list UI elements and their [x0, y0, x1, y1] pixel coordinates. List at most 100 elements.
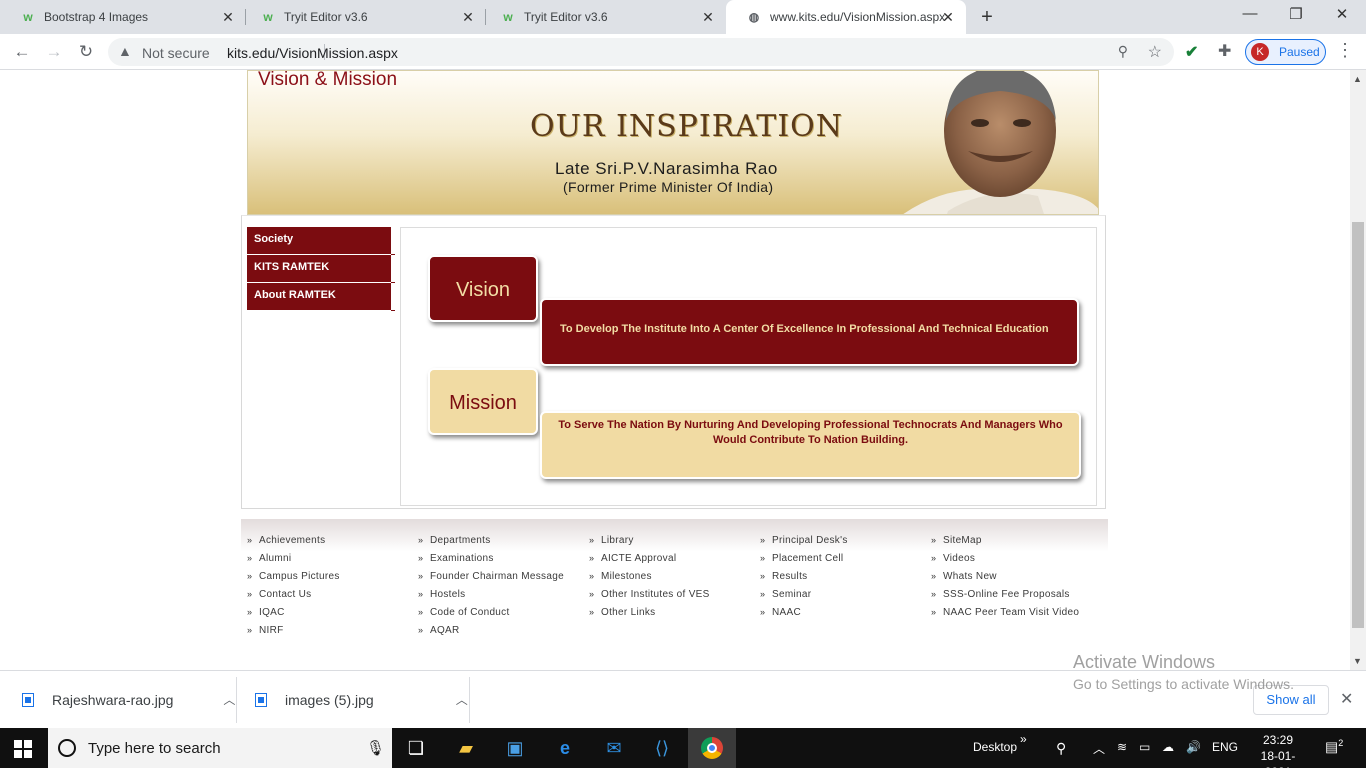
store-icon[interactable]: ▣: [503, 736, 527, 760]
show-all-button[interactable]: Show all: [1253, 685, 1329, 715]
edge-icon[interactable]: e: [553, 736, 577, 760]
footer-link-milestones[interactable]: » Milestones: [589, 571, 710, 589]
footer-link-videos[interactable]: » Videos: [931, 553, 1079, 571]
close-tab-icon[interactable]: ✕: [220, 9, 236, 25]
profile-button[interactable]: K Paused: [1245, 39, 1326, 65]
footer-link-label[interactable]: Other Institutes of VES: [601, 589, 710, 600]
footer-link-code-of-conduct[interactable]: » Code of Conduct: [418, 607, 564, 625]
security-label[interactable]: Not secure: [142, 45, 210, 61]
volume-icon[interactable]: 🔊: [1186, 740, 1201, 754]
footer-link-sitemap[interactable]: » SiteMap: [931, 535, 1079, 553]
footer-link-departments[interactable]: » Departments: [418, 535, 564, 553]
tab-tryit-editor-2[interactable]: w Tryit Editor v3.6 ✕: [480, 0, 726, 34]
close-tab-icon[interactable]: ✕: [700, 9, 716, 25]
footer-link-other-institutes[interactable]: » Other Institutes of VES: [589, 589, 710, 607]
battery-icon[interactable]: ▭: [1139, 740, 1150, 754]
close-tab-icon[interactable]: ✕: [460, 9, 476, 25]
new-tab-icon[interactable]: +: [976, 6, 998, 29]
url-text[interactable]: kits.edu/VisionMission.aspx: [227, 45, 398, 61]
microphone-icon[interactable]: 🎙: [366, 739, 385, 757]
footer-link-other-links[interactable]: » Other Links: [589, 607, 710, 625]
footer-link-label[interactable]: Whats New: [943, 571, 997, 582]
footer-link-aicte-approval[interactable]: » AICTE Approval: [589, 553, 710, 571]
footer-link-label[interactable]: Departments: [430, 535, 491, 546]
footer-link-results[interactable]: » Results: [760, 571, 848, 589]
wifi-icon[interactable]: ≋: [1117, 740, 1127, 754]
footer-link-label[interactable]: Hostels: [430, 589, 465, 600]
extensions-puzzle-icon[interactable]: ✚: [1218, 41, 1231, 61]
task-view-icon[interactable]: ❏: [404, 736, 428, 760]
footer-link-label[interactable]: NAAC Peer Team Visit Video: [943, 607, 1079, 618]
footer-link-nirf[interactable]: » NIRF: [247, 625, 340, 643]
footer-link-label[interactable]: AQAR: [430, 625, 460, 636]
footer-link-label[interactable]: AICTE Approval: [601, 553, 676, 564]
footer-link-label[interactable]: Library: [601, 535, 634, 546]
chevron-up-icon[interactable]: ︿: [1093, 740, 1105, 757]
chevron-up-icon[interactable]: ︿: [456, 691, 468, 708]
toolbar-expand-icon[interactable]: »: [1020, 732, 1027, 746]
footer-link-label[interactable]: SSS-Online Fee Proposals: [943, 589, 1070, 600]
footer-link-naac[interactable]: » NAAC: [760, 607, 848, 625]
footer-link-examinations[interactable]: » Examinations: [418, 553, 564, 571]
bookmark-star-icon[interactable]: ☆: [1148, 42, 1162, 62]
footer-link-label[interactable]: NAAC: [772, 607, 801, 618]
download-item[interactable]: images (5).jpg ︿: [255, 671, 468, 729]
download-filename[interactable]: Rajeshwara-rao.jpg: [52, 692, 173, 708]
sidebar-item-kits-ramtek[interactable]: KITS RAMTEK: [247, 255, 395, 283]
back-icon[interactable]: ←: [10, 40, 34, 64]
people-icon[interactable]: ⚲: [1056, 740, 1066, 757]
tab-tryit-editor-1[interactable]: w Tryit Editor v3.6 ✕: [240, 0, 486, 34]
footer-link-seminar[interactable]: » Seminar: [760, 589, 848, 607]
restore-icon[interactable]: ❐: [1276, 5, 1316, 27]
footer-link-label[interactable]: Results: [772, 571, 807, 582]
footer-link-library[interactable]: » Library: [589, 535, 710, 553]
close-window-icon[interactable]: ✕: [1322, 5, 1362, 27]
footer-link-label[interactable]: Videos: [943, 553, 975, 564]
footer-link-label[interactable]: Alumni: [259, 553, 291, 564]
minimize-icon[interactable]: —: [1230, 5, 1270, 27]
footer-link-contact-us[interactable]: » Contact Us: [247, 589, 340, 607]
checkmark-extension-icon[interactable]: ✔: [1185, 42, 1198, 62]
footer-link-whats-new[interactable]: » Whats New: [931, 571, 1079, 589]
desktop-toolbar-label[interactable]: Desktop: [973, 740, 1017, 754]
footer-link-label[interactable]: NIRF: [259, 625, 284, 636]
footer-link-campus-pictures[interactable]: » Campus Pictures: [247, 571, 340, 589]
footer-link-label[interactable]: Placement Cell: [772, 553, 843, 564]
onedrive-cloud-icon[interactable]: ☁: [1162, 740, 1174, 754]
footer-link-label[interactable]: Other Links: [601, 607, 655, 618]
footer-link-sss-fee-proposals[interactable]: » SSS-Online Fee Proposals: [931, 589, 1079, 607]
footer-link-label[interactable]: Milestones: [601, 571, 652, 582]
zoom-icon[interactable]: ⚲: [1118, 43, 1128, 60]
address-bar[interactable]: ▲ Not secure kits.edu/VisionMission.aspx…: [108, 38, 1174, 66]
chevron-up-icon[interactable]: ︿: [223, 691, 235, 708]
footer-link-aqar[interactable]: » AQAR: [418, 625, 564, 643]
sidebar-item-about-ramtek[interactable]: About RAMTEK: [247, 283, 395, 311]
more-menu-icon[interactable]: ⋮: [1336, 40, 1354, 61]
sidebar-item-society[interactable]: Society: [247, 227, 395, 255]
search-placeholder[interactable]: Type here to search: [88, 740, 221, 757]
footer-link-iqac[interactable]: » IQAC: [247, 607, 340, 625]
footer-link-founder-message[interactable]: » Founder Chairman Message: [418, 571, 564, 589]
tab-bootstrap-images[interactable]: w Bootstrap 4 Images ✕: [0, 0, 246, 34]
input-language[interactable]: ENG: [1212, 740, 1238, 754]
system-clock[interactable]: 23:29 18-01-2021: [1250, 732, 1306, 780]
vscode-icon[interactable]: ⟨⟩: [650, 736, 674, 760]
footer-link-hostels[interactable]: » Hostels: [418, 589, 564, 607]
forward-icon[interactable]: →: [42, 40, 66, 64]
close-tab-icon[interactable]: ✕: [940, 9, 956, 25]
footer-link-label[interactable]: Seminar: [772, 589, 811, 600]
vertical-scrollbar[interactable]: ▲ ▼: [1350, 70, 1366, 670]
footer-link-principal-desk[interactable]: » Principal Desk's: [760, 535, 848, 553]
footer-link-naac-peer-team-video[interactable]: » NAAC Peer Team Visit Video: [931, 607, 1079, 625]
footer-link-label[interactable]: Achievements: [259, 535, 325, 546]
notifications-icon[interactable]: ▤2: [1325, 738, 1343, 756]
footer-link-placement-cell[interactable]: » Placement Cell: [760, 553, 848, 571]
file-explorer-icon[interactable]: ▰: [454, 736, 478, 760]
scroll-down-icon[interactable]: ▼: [1353, 656, 1362, 666]
close-icon[interactable]: ✕: [1340, 689, 1353, 709]
footer-link-label[interactable]: Principal Desk's: [772, 535, 848, 546]
download-filename[interactable]: images (5).jpg: [285, 692, 374, 708]
footer-link-label[interactable]: Contact Us: [259, 589, 311, 600]
footer-link-label[interactable]: SiteMap: [943, 535, 982, 546]
footer-link-achievements[interactable]: » Achievements: [247, 535, 340, 553]
